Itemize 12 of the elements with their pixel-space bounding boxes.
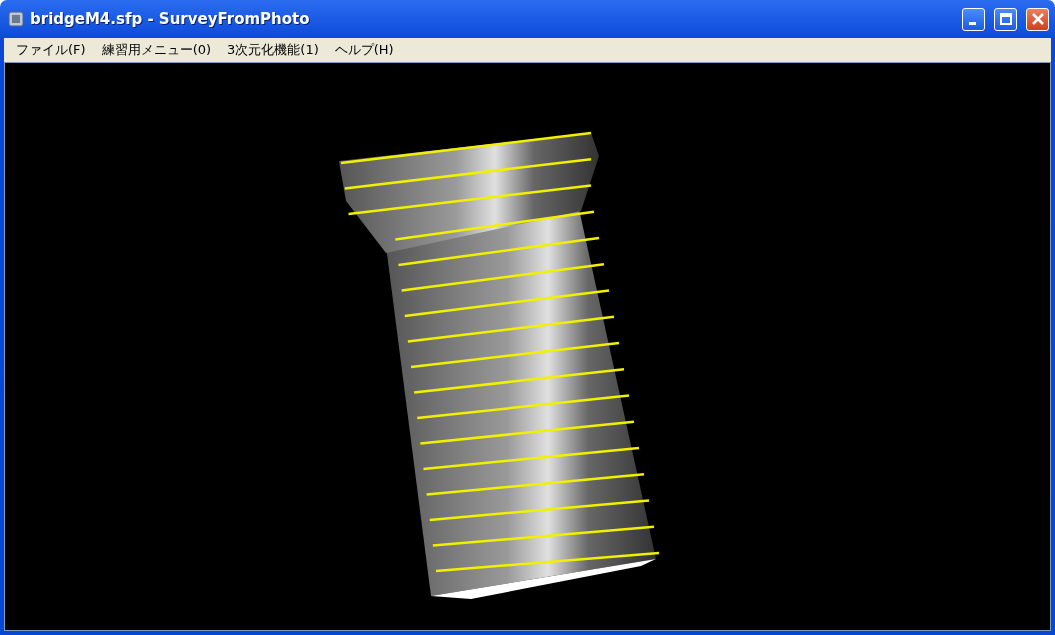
close-button[interactable] bbox=[1026, 7, 1049, 31]
close-icon bbox=[1031, 13, 1044, 25]
menu-item[interactable]: 練習用メニュー(0) bbox=[93, 39, 220, 61]
maximize-icon bbox=[999, 13, 1012, 25]
minimize-icon bbox=[968, 21, 976, 25]
minimize-button[interactable] bbox=[962, 7, 985, 31]
window-title: bridgeM4.sfp - SurveyFromPhoto bbox=[30, 10, 311, 28]
menu-item[interactable]: ファイル(F) bbox=[8, 39, 94, 61]
maximize-button[interactable] bbox=[994, 7, 1017, 31]
menu-item[interactable]: ヘルプ(H) bbox=[326, 39, 402, 61]
menu-item[interactable]: 3次元化機能(1) bbox=[219, 39, 327, 61]
app-icon bbox=[8, 11, 24, 27]
